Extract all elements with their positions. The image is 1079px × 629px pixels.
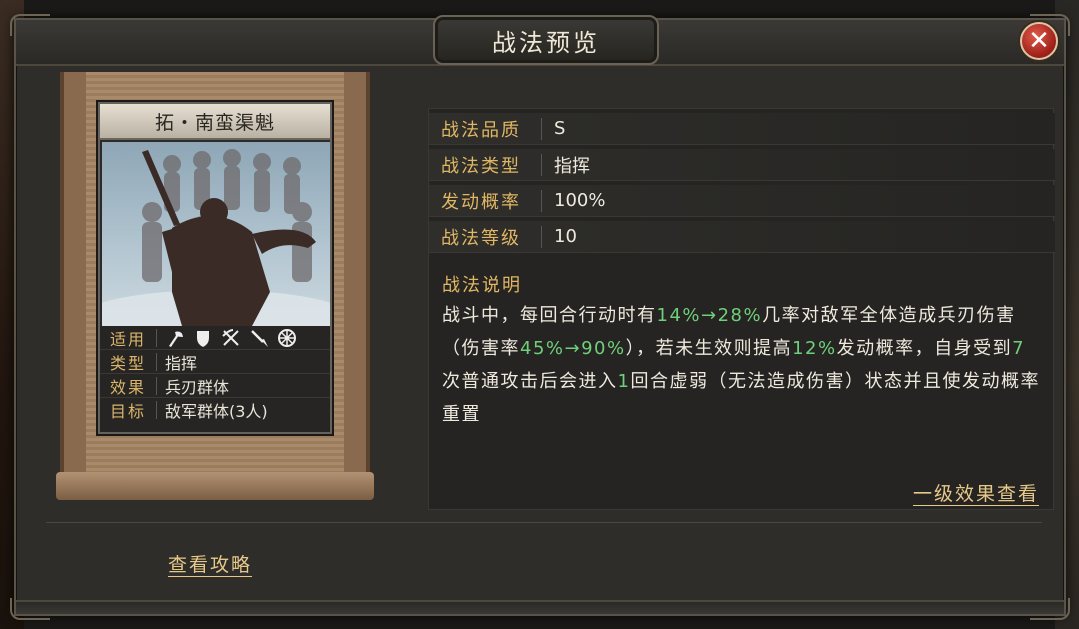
row-divider (541, 153, 542, 176)
card-row-effect: 效果 兵刃群体 (100, 374, 330, 398)
prop-row-quality: 战法品质 S (429, 113, 1055, 145)
dialog-title: 战法预览 (492, 28, 600, 57)
prop-row-probability: 发动概率 100% (429, 185, 1055, 217)
warrior-silhouette-art (102, 149, 330, 326)
card-row-applicable: 适用 (100, 326, 330, 350)
prop-label: 发动概率 (441, 191, 521, 213)
card-row-value: 敌军群体(3人) (165, 402, 268, 421)
description-segment: ），若未生效则提高 (625, 338, 793, 359)
description-text: 战斗中，每回合行动时有14%→28%几率对敌军全体造成兵刃伤害（伤害率45%→9… (442, 299, 1042, 431)
spear-icon (249, 328, 269, 348)
prop-value: S (554, 118, 566, 139)
card-name-bar: 拓・南蛮渠魁 (100, 104, 330, 140)
row-divider (156, 376, 157, 395)
row-divider (541, 189, 542, 212)
card-info-table: 适用 类型 指挥 效果 兵刃群体 目标 敌军群体(3人) (100, 326, 330, 432)
dialog-bottom-bar (16, 600, 1064, 614)
prop-row-type: 战法类型 指挥 (429, 149, 1055, 181)
row-divider (541, 117, 542, 140)
description-segment: 次普通攻击后会进入 (442, 371, 618, 392)
unit-type-icons (165, 328, 297, 348)
row-divider (156, 401, 157, 419)
tactic-detail-panel: 战法品质 S 战法类型 指挥 发动概率 100% 战法等级 10 战法说明 战斗… (428, 108, 1055, 510)
prop-label: 战法类型 (441, 155, 521, 177)
prop-value: 100% (554, 190, 606, 211)
prop-row-level: 战法等级 10 (429, 221, 1055, 253)
description-segment: 战斗中，每回合行动时有 (442, 305, 657, 326)
card-illustration (102, 142, 330, 326)
description-highlight-value: 12% (792, 338, 837, 359)
shield-icon (193, 328, 213, 348)
card-row-label: 效果 (109, 377, 146, 397)
description-highlight-value: 7 (1012, 338, 1026, 359)
row-divider (156, 352, 157, 371)
description-highlight-value: 45%→90% (520, 338, 626, 359)
prop-label: 战法品质 (441, 119, 521, 141)
card-name: 拓・南蛮渠魁 (154, 111, 275, 134)
ornament-corner (10, 598, 50, 620)
card-row-label: 目标 (109, 402, 146, 421)
dialog-title-plate: 战法预览 (433, 15, 659, 65)
description-highlight-value: 14%→28% (656, 305, 763, 326)
card-row-value: 指挥 (165, 353, 198, 373)
card-row-label: 适用 (109, 329, 146, 349)
row-divider (541, 225, 542, 248)
card-row-target: 目标 敌军群体(3人) (100, 398, 330, 422)
wheel-icon (277, 328, 297, 348)
ornament-corner (10, 14, 50, 36)
scroll-roller (56, 472, 374, 500)
view-level1-effect-link[interactable]: 一级效果查看 (913, 479, 1039, 506)
close-icon: ✕ (1028, 26, 1050, 56)
tactic-preview-dialog: 战法预览 ✕ 拓・南蛮渠魁 适用 类型 指挥 效果 兵刃群体 目标 敌军群体(3… (10, 14, 1070, 620)
view-guide-link[interactable]: 查看攻略 (168, 550, 252, 577)
prop-value: 10 (554, 226, 577, 247)
close-button[interactable]: ✕ (1020, 22, 1058, 60)
description-highlight-value: 1 (617, 371, 631, 392)
ornament-corner (1030, 598, 1070, 620)
row-divider (156, 328, 157, 347)
card-row-label: 类型 (109, 353, 146, 373)
crossed-bow-icon (221, 328, 241, 348)
card-row-value: 兵刃群体 (165, 377, 230, 397)
prop-value: 指挥 (554, 155, 590, 177)
description-segment: 发动概率，自身受到 (836, 338, 1013, 359)
tactic-card: 拓・南蛮渠魁 适用 类型 指挥 效果 兵刃群体 目标 敌军群体(3人) (98, 102, 332, 434)
axe-icon (165, 328, 185, 348)
card-row-type: 类型 指挥 (100, 350, 330, 374)
section-divider (46, 522, 1042, 523)
prop-label: 战法等级 (441, 227, 521, 249)
description-title: 战法说明 (442, 275, 522, 296)
